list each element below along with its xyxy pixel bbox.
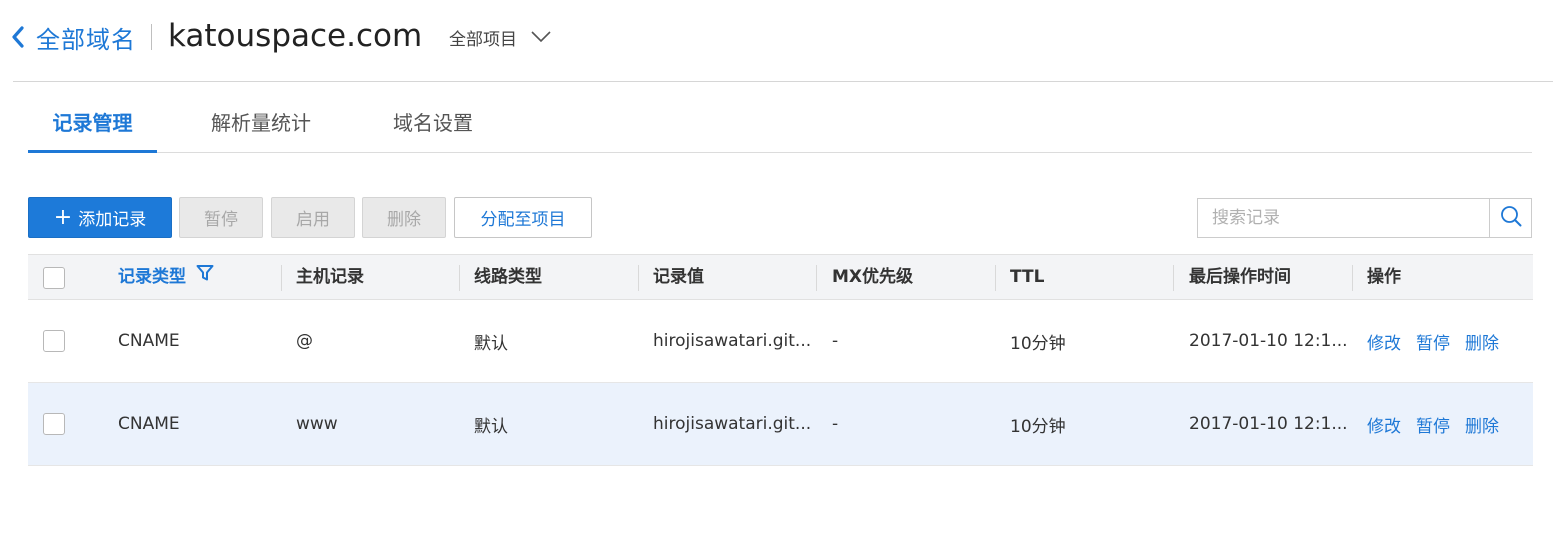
table-header: 记录类型 主机记录 线路类型 记录值 MX优先级 TTL 最后操作时间 操作 xyxy=(28,254,1533,300)
filter-icon[interactable] xyxy=(196,253,214,301)
column-divider xyxy=(638,265,639,291)
assign-label: 分配至项目 xyxy=(480,210,566,230)
delete-label: 删除 xyxy=(387,210,421,230)
cell-last-modified: 2017-01-10 12:1... xyxy=(1189,331,1348,351)
column-header-host: 主机记录 xyxy=(296,255,364,299)
cell-mx-priority: - xyxy=(832,414,839,434)
column-header-label: TTL xyxy=(1010,267,1045,287)
column-header-label: 最后操作时间 xyxy=(1189,267,1291,287)
search-icon xyxy=(1500,205,1522,231)
cell-line-type: 默认 xyxy=(474,333,508,354)
column-header-label: 线路类型 xyxy=(474,267,542,287)
column-divider xyxy=(1173,265,1174,291)
cell-host: www xyxy=(296,414,338,434)
cell-line-type: 默认 xyxy=(474,416,508,437)
header-divider xyxy=(151,24,152,50)
tab-domain-settings[interactable]: 域名设置 xyxy=(378,100,488,152)
search-box xyxy=(1197,198,1532,238)
add-record-button[interactable]: + 添加记录 xyxy=(28,197,172,238)
cell-ttl: 10分钟 xyxy=(1010,333,1066,354)
column-header-label: 记录值 xyxy=(653,267,704,287)
cell-host: @ xyxy=(296,331,313,351)
tab-resolution-stats[interactable]: 解析量统计 xyxy=(196,100,326,152)
cell-last-modified: 2017-01-10 12:1... xyxy=(1189,414,1348,434)
tab-bar: 记录管理 解析量统计 域名设置 xyxy=(28,100,1532,153)
project-select-label: 全部项目 xyxy=(449,29,517,50)
column-header-record-value: 记录值 xyxy=(653,255,704,299)
column-divider xyxy=(459,265,460,291)
assign-to-project-button[interactable]: 分配至项目 xyxy=(454,197,592,238)
page-header: 全部域名 katouspace.com 全部项目 xyxy=(0,0,1553,82)
pause-record-link[interactable]: 暂停 xyxy=(1416,329,1450,354)
column-header-record-type[interactable]: 记录类型 xyxy=(118,255,214,299)
row-checkbox[interactable] xyxy=(43,413,65,435)
tab-label: 记录管理 xyxy=(52,111,133,135)
add-record-label: 添加记录 xyxy=(78,210,147,230)
chevron-left-icon xyxy=(10,25,26,49)
domain-title: katouspace.com xyxy=(168,18,423,54)
column-divider xyxy=(995,265,996,291)
column-divider xyxy=(1352,265,1353,291)
column-header-actions: 操作 xyxy=(1367,255,1401,299)
enable-label: 启用 xyxy=(296,210,330,230)
back-link-label: 全部域名 xyxy=(36,25,136,54)
cell-ttl: 10分钟 xyxy=(1010,416,1066,437)
cell-record-type: CNAME xyxy=(118,331,180,351)
column-header-mx-priority: MX优先级 xyxy=(832,255,913,299)
cell-actions: 修改 暂停 删除 xyxy=(1367,383,1514,465)
delete-button[interactable]: 删除 xyxy=(362,197,446,238)
pause-record-link[interactable]: 暂停 xyxy=(1416,412,1450,437)
edit-record-link[interactable]: 修改 xyxy=(1367,329,1401,354)
table-row: CNAME @ 默认 hirojisawatari.git... - 10分钟 … xyxy=(28,300,1533,383)
chevron-down-icon xyxy=(517,28,551,47)
column-header-label: 记录类型 xyxy=(118,267,186,287)
column-divider xyxy=(281,265,282,291)
cell-record-value: hirojisawatari.git... xyxy=(653,331,812,351)
select-all-checkbox[interactable] xyxy=(43,267,65,289)
search-input[interactable] xyxy=(1198,199,1490,237)
records-table: 记录类型 主机记录 线路类型 记录值 MX优先级 TTL 最后操作时间 操作 C… xyxy=(28,254,1533,466)
tab-label: 域名设置 xyxy=(393,111,473,135)
column-header-label: 主机记录 xyxy=(296,267,364,287)
tab-label: 解析量统计 xyxy=(211,111,311,135)
back-to-all-domains-link[interactable]: 全部域名 xyxy=(10,18,136,56)
pause-button[interactable]: 暂停 xyxy=(179,197,263,238)
pause-label: 暂停 xyxy=(204,210,238,230)
active-tab-indicator xyxy=(28,150,157,153)
column-header-ttl: TTL xyxy=(1010,255,1044,299)
column-header-label: 操作 xyxy=(1367,267,1401,287)
edit-record-link[interactable]: 修改 xyxy=(1367,412,1401,437)
cell-mx-priority: - xyxy=(832,331,839,351)
enable-button[interactable]: 启用 xyxy=(271,197,355,238)
column-header-line-type: 线路类型 xyxy=(474,255,542,299)
column-header-last-modified: 最后操作时间 xyxy=(1189,255,1291,299)
search-button[interactable] xyxy=(1489,199,1531,237)
cell-record-value: hirojisawatari.git... xyxy=(653,414,812,434)
plus-icon: + xyxy=(53,204,73,230)
row-checkbox[interactable] xyxy=(43,330,65,352)
delete-record-link[interactable]: 删除 xyxy=(1465,412,1499,437)
column-divider xyxy=(816,265,817,291)
project-select[interactable]: 全部项目 xyxy=(449,24,551,50)
cell-actions: 修改 暂停 删除 xyxy=(1367,300,1514,382)
tab-record-management[interactable]: 记录管理 xyxy=(28,100,157,153)
header-divider-line xyxy=(13,81,1553,82)
column-header-label: MX优先级 xyxy=(832,267,914,287)
cell-record-type: CNAME xyxy=(118,414,180,434)
table-row: CNAME www 默认 hirojisawatari.git... - 10分… xyxy=(28,383,1533,466)
delete-record-link[interactable]: 删除 xyxy=(1465,329,1499,354)
